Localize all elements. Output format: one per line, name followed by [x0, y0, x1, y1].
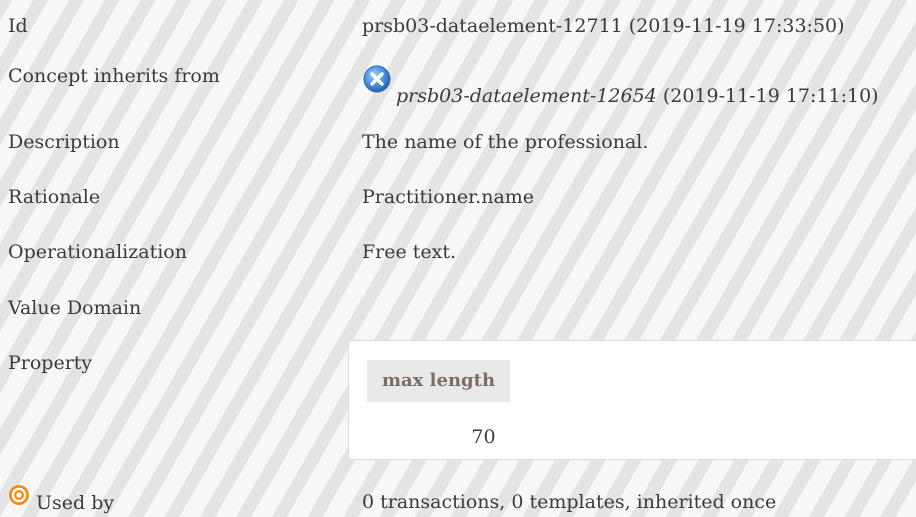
- inherit-ref-link[interactable]: prsb03-dataelement-12654: [396, 85, 657, 107]
- used-by-label-group: Used by: [8, 485, 115, 515]
- value-domain-label: Value Domain: [8, 297, 142, 319]
- used-by-label: Used by: [36, 492, 115, 514]
- operationalization-value: Free text.: [362, 241, 457, 263]
- id-label: Id: [8, 15, 28, 37]
- operationalization-label: Operationalization: [8, 241, 187, 263]
- concept-inherits-from-value: prsb03-dataelement-12654 (2019-11-19 17:…: [362, 65, 879, 108]
- rationale-value: Practitioner.name: [362, 186, 535, 208]
- inherit-timestamp: (2019-11-19 17:11:10): [656, 85, 879, 107]
- concept-inherits-from-label: Concept inherits from: [8, 65, 220, 87]
- target-icon[interactable]: [8, 484, 30, 506]
- id-value: prsb03-dataelement-12711 (2019-11-19 17:…: [362, 15, 845, 37]
- property-value-max-length: 70: [471, 426, 496, 448]
- property-table: max length 70: [348, 340, 916, 460]
- property-header-max-length: max length: [367, 360, 510, 402]
- inherit-x-icon[interactable]: [362, 64, 392, 94]
- used-by-value: 0 transactions, 0 templates, inherited o…: [362, 491, 777, 513]
- description-value: The name of the professional.: [362, 131, 649, 153]
- property-label: Property: [8, 352, 93, 374]
- rationale-label: Rationale: [8, 186, 101, 208]
- description-label: Description: [8, 131, 120, 153]
